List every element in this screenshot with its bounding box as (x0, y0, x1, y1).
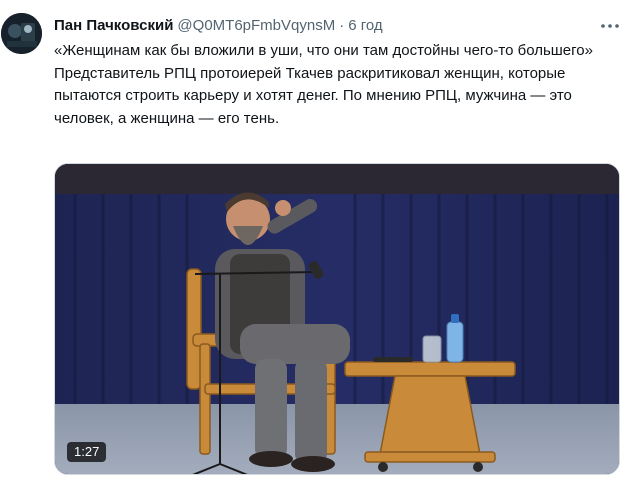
tweet-text: «Женщинам как бы вложили в уши, что они … (54, 40, 614, 130)
avatar[interactable] (1, 13, 42, 54)
more-options-button[interactable] (596, 14, 624, 38)
video-duration: 1:27 (67, 442, 107, 462)
author-name[interactable]: Пан Пачковский (54, 17, 173, 34)
avatar-image (1, 13, 42, 54)
more-options-icon (601, 24, 619, 28)
tweet-body-line: Представитель РПЦ протоиерей Ткачев раск… (54, 64, 572, 127)
tweet-header: Пан Пачковский @Q0MT6pFmbVqynsM · 6 год (54, 15, 383, 37)
author-handle[interactable]: @Q0MT6pFmbVqynsM (177, 17, 335, 34)
video-thumbnail (55, 164, 619, 474)
separator-dot: · (339, 17, 345, 34)
tweet-time[interactable]: 6 год (348, 17, 382, 34)
tweet[interactable]: Пан Пачковский @Q0MT6pFmbVqynsM · 6 год «Же… (0, 0, 630, 485)
tweet-quote-line: «Женщинам как бы вложили в уши, что они … (54, 42, 593, 59)
video-player[interactable]: 1:27 (54, 163, 620, 475)
